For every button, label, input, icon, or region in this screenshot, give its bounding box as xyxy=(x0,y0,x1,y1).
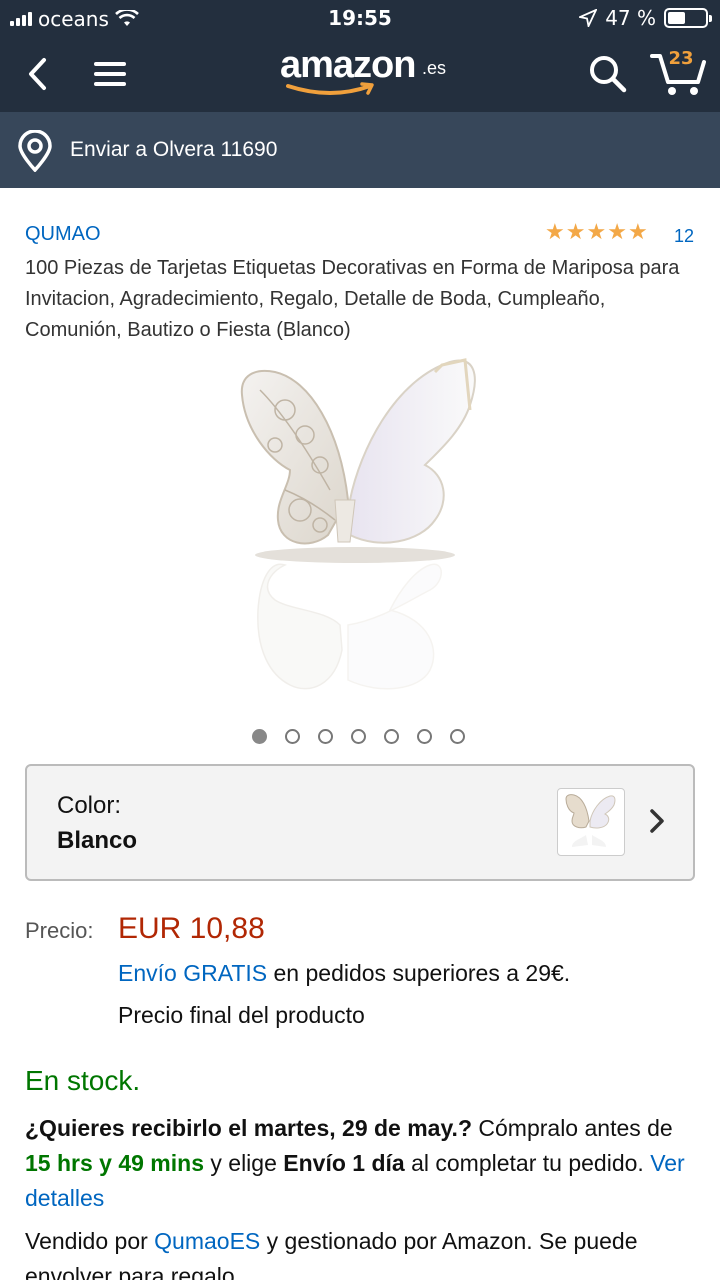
brand-link[interactable]: QUMAO xyxy=(25,223,101,246)
countdown: 15 hrs y 49 mins xyxy=(25,1150,204,1176)
star-icon: ★ xyxy=(545,220,565,245)
chevron-right-icon xyxy=(650,809,664,833)
review-count[interactable]: 12 xyxy=(674,226,694,247)
logo-word: amazon xyxy=(280,44,416,86)
image-carousel-dots[interactable] xyxy=(252,729,465,744)
color-thumbnail xyxy=(557,788,625,856)
carousel-dot[interactable] xyxy=(351,729,366,744)
carousel-dot[interactable] xyxy=(417,729,432,744)
shipping-info: Envío GRATIS en pedidos superiores a 29€… xyxy=(118,960,570,987)
product-title: 100 Piezas de Tarjetas Etiquetas Decorat… xyxy=(25,257,680,341)
status-bar: oceans 19:55 47 % xyxy=(0,0,720,38)
top-header: oceans 19:55 47 % amazon .es 23 xyxy=(0,0,720,112)
rating-stars[interactable]: ★ ★ ★ ★ ★ xyxy=(545,222,648,244)
seller-info: Vendido por QumaoES y gestionado por Ama… xyxy=(25,1224,695,1280)
price-label: Precio: xyxy=(25,918,94,943)
carousel-dot[interactable] xyxy=(318,729,333,744)
star-icon: ★ xyxy=(565,220,586,245)
color-value: Blanco xyxy=(57,827,138,854)
carousel-dot[interactable] xyxy=(384,729,399,744)
logo-tld: .es xyxy=(422,58,447,78)
butterfly-thumbnail-image xyxy=(565,794,616,847)
cart-count: 23 xyxy=(668,48,694,69)
location-pin-icon xyxy=(18,130,52,172)
chevron-left-icon xyxy=(29,58,46,90)
cart-button[interactable]: 23 xyxy=(648,46,708,100)
delivery-question: ¿Quieres recibirlo el martes, 29 de may.… xyxy=(25,1115,472,1141)
hamburger-menu-icon xyxy=(94,56,126,92)
battery-percent: 47 % xyxy=(605,6,656,30)
final-price-note: Precio final del producto xyxy=(118,1002,365,1028)
system-indicators: 47 % xyxy=(579,6,712,30)
carousel-dot[interactable] xyxy=(450,729,465,744)
carousel-dot[interactable] xyxy=(285,729,300,744)
sold-by-text: Vendido por xyxy=(25,1228,155,1254)
menu-button[interactable] xyxy=(86,50,134,98)
delivery-text-1: Cómpralo antes de xyxy=(472,1115,673,1141)
shipping-option: Envío 1 día xyxy=(283,1150,405,1176)
delivery-text-2: y elige xyxy=(204,1150,284,1176)
price-value: EUR 10,88 xyxy=(118,912,265,945)
stock-status: En stock. xyxy=(25,1065,141,1096)
carousel-dot[interactable] xyxy=(252,729,267,744)
smile-arrow-icon xyxy=(286,82,374,95)
delivery-estimate: ¿Quieres recibirlo el martes, 29 de may.… xyxy=(25,1111,695,1216)
free-shipping-link[interactable]: Envío GRATIS xyxy=(118,960,267,986)
star-icon: ★ xyxy=(607,220,627,245)
color-label: Color: xyxy=(57,792,122,819)
search-button[interactable] xyxy=(584,50,632,98)
star-icon: ★ xyxy=(586,220,607,245)
battery-level xyxy=(668,12,685,24)
back-button[interactable] xyxy=(14,50,62,98)
search-icon xyxy=(590,56,627,93)
star-icon: ★ xyxy=(627,220,648,245)
location-arrow-icon xyxy=(579,9,598,27)
amazon-logo[interactable]: amazon .es xyxy=(280,44,450,100)
delivery-location-text: Enviar a Olvera 11690 xyxy=(70,138,278,161)
nav-row: amazon .es 23 xyxy=(0,38,720,112)
color-selector[interactable]: Color: Blanco xyxy=(25,764,695,881)
shipping-condition: en pedidos superiores a 29€. xyxy=(267,960,571,986)
product-image[interactable] xyxy=(230,350,490,710)
delivery-text-3: al completar tu pedido. xyxy=(404,1150,651,1176)
butterfly-image xyxy=(240,358,476,690)
seller-link[interactable]: QumaoES xyxy=(154,1228,260,1254)
battery-icon xyxy=(664,8,712,28)
delivery-location-bar[interactable]: Enviar a Olvera 11690 xyxy=(0,112,720,188)
